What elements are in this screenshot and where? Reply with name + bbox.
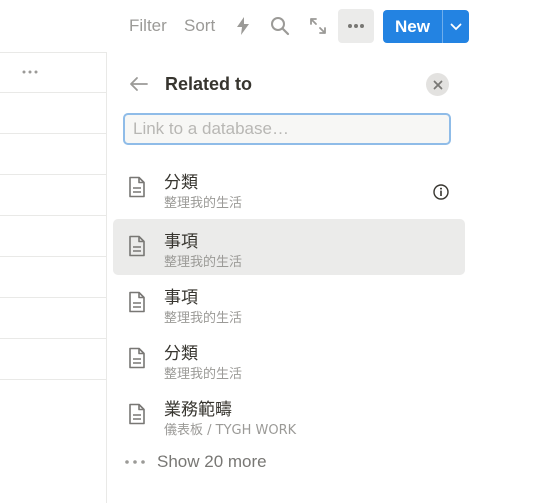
relation-panel: Related to 分類 整理我的生活 事項 整理我的生活 事項 整理我的生活 (106, 52, 539, 503)
page-icon (127, 176, 149, 200)
filter-button[interactable]: Filter (129, 16, 167, 36)
show-more-label: Show 20 more (157, 452, 267, 471)
page-icon (127, 291, 149, 315)
search-icon[interactable] (268, 14, 292, 38)
table-row-divider (0, 92, 107, 93)
page-icon (127, 403, 149, 427)
table-row-divider (0, 133, 107, 134)
show-more-button[interactable]: Show 20 more (123, 450, 267, 474)
chevron-down-icon[interactable] (443, 10, 469, 43)
list-item-subtitle: 儀表板 / TYGH WORK (164, 423, 297, 438)
lightning-icon[interactable] (231, 14, 255, 38)
page-icon (127, 347, 149, 371)
list-item-title: 事項 (164, 232, 198, 252)
database-search-input[interactable] (125, 115, 449, 143)
back-arrow-icon[interactable] (127, 72, 151, 96)
view-toolbar: Filter Sort New (0, 0, 539, 52)
new-button[interactable]: New (383, 10, 469, 43)
panel-title: Related to (165, 74, 253, 94)
table-row-divider (0, 256, 107, 257)
list-item-subtitle: 整理我的生活 (164, 367, 243, 382)
list-item[interactable]: 分類 整理我的生活 (113, 331, 465, 387)
list-item-subtitle: 整理我的生活 (164, 311, 243, 326)
list-item-title: 分類 (164, 173, 198, 193)
table-row-divider (0, 174, 107, 175)
list-item[interactable]: 事項 整理我的生活 (113, 275, 465, 331)
table-row-divider (0, 215, 107, 216)
new-button-label: New (395, 17, 430, 36)
list-item[interactable]: 業務範疇 儀表板 / TYGH WORK (113, 387, 465, 443)
table-divider (0, 52, 107, 53)
expand-icon[interactable] (306, 14, 330, 38)
list-item-title: 分類 (164, 344, 198, 364)
sort-button[interactable]: Sort (184, 16, 215, 36)
close-icon[interactable] (426, 73, 449, 96)
list-item[interactable]: 分類 整理我的生活 (113, 160, 465, 216)
more-icon (123, 460, 147, 464)
list-item-subtitle: 整理我的生活 (164, 196, 243, 211)
page-icon (127, 235, 149, 259)
more-icon[interactable] (20, 60, 40, 84)
more-icon[interactable] (338, 9, 374, 43)
list-item-title: 事項 (164, 288, 198, 308)
table-row-divider (0, 297, 107, 298)
table-row-divider (0, 379, 107, 380)
list-item[interactable]: 事項 整理我的生活 (113, 219, 465, 275)
table-row-divider (0, 338, 107, 339)
list-item-title: 業務範疇 (164, 400, 232, 420)
list-item-subtitle: 整理我的生活 (164, 255, 243, 270)
database-search-field[interactable] (123, 113, 451, 145)
panel-header: Related to (107, 52, 539, 108)
info-icon[interactable] (431, 182, 451, 202)
background-table (0, 52, 107, 503)
